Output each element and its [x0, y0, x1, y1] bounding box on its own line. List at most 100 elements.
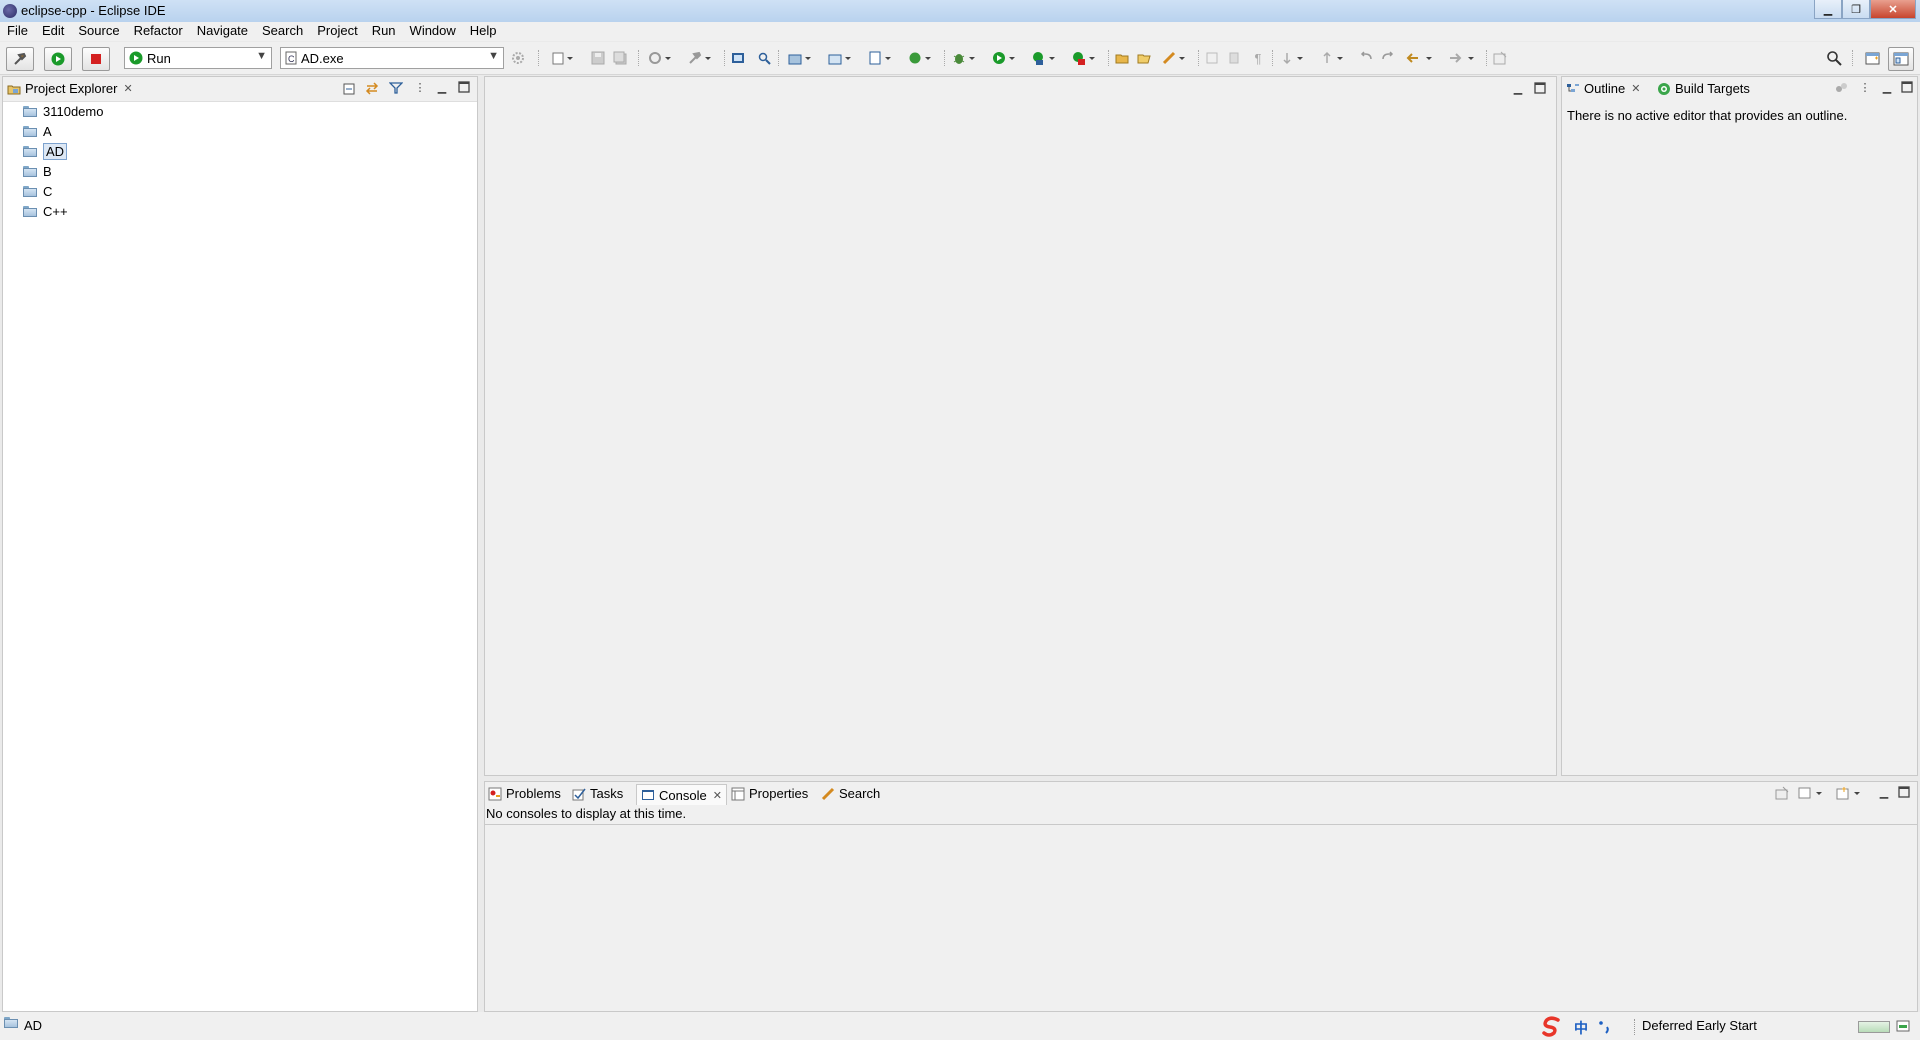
close-icon[interactable]: ✕: [1631, 82, 1640, 95]
minimize-view-button[interactable]: ▁: [1877, 786, 1891, 800]
new-folder-icon: [828, 54, 851, 65]
minimize-icon: ▁: [1879, 787, 1889, 799]
minimize-editor-button[interactable]: ▁: [1511, 82, 1525, 96]
link-with-editor-button[interactable]: [365, 81, 379, 95]
pin-console-button[interactable]: [1775, 786, 1789, 800]
tree-item-c[interactable]: C: [23, 182, 52, 200]
outline-toolbar-button[interactable]: [1834, 81, 1848, 95]
mark-occurrences-icon: [1206, 52, 1218, 64]
tab-console[interactable]: Console ✕: [636, 784, 727, 805]
menu-source[interactable]: Source: [71, 22, 126, 41]
maximize-view-button[interactable]: [1897, 786, 1911, 800]
open-console-button[interactable]: [1835, 786, 1865, 800]
minimize-window-button[interactable]: ▁: [1814, 0, 1842, 19]
view-menu-button[interactable]: ⋮: [413, 81, 427, 95]
back-button[interactable]: [1402, 47, 1440, 69]
progress-view-icon[interactable]: [1896, 1019, 1912, 1033]
filter-icon: [388, 82, 404, 94]
save-all-icon: [613, 51, 627, 65]
menu-run[interactable]: Run: [365, 22, 403, 41]
console-output-area[interactable]: [485, 825, 1917, 1011]
save-all-button[interactable]: [610, 47, 630, 69]
open-perspective-button[interactable]: [1862, 47, 1884, 69]
tree-item-cpp[interactable]: C++: [23, 202, 68, 220]
run-menu-button[interactable]: [988, 47, 1022, 69]
maximize-view-button[interactable]: [1900, 81, 1914, 95]
search-button[interactable]: [1824, 47, 1844, 69]
filter-button[interactable]: [388, 81, 404, 95]
menu-window[interactable]: Window: [403, 22, 463, 41]
collapse-all-button[interactable]: [343, 81, 357, 95]
restore-window-button[interactable]: ❐: [1842, 0, 1870, 19]
menu-project[interactable]: Project: [310, 22, 364, 41]
minimize-view-button[interactable]: ▁: [435, 81, 449, 95]
tree-item-b[interactable]: B: [23, 162, 52, 180]
minimize-view-button[interactable]: ▁: [1880, 81, 1894, 95]
debug-button[interactable]: [948, 47, 982, 69]
ime-indicator[interactable]: 中: [1540, 1015, 1616, 1037]
menu-help[interactable]: Help: [463, 22, 504, 41]
search-files-button[interactable]: [754, 47, 774, 69]
open-type-button[interactable]: [1134, 47, 1154, 69]
show-whitespace-button[interactable]: ¶: [1248, 47, 1268, 69]
heap-status-bar[interactable]: [1858, 1021, 1890, 1033]
terminal-button[interactable]: [728, 47, 748, 69]
terminate-button[interactable]: [82, 47, 110, 71]
menu-refactor[interactable]: Refactor: [127, 22, 190, 41]
tab-tasks[interactable]: Tasks: [572, 786, 623, 801]
build-menu-button[interactable]: [684, 47, 718, 69]
new-class-button[interactable]: [904, 47, 938, 69]
tab-build-targets[interactable]: Build Targets: [1657, 81, 1750, 96]
tree-item-a[interactable]: A: [23, 122, 52, 140]
view-menu-button[interactable]: ⋮: [1858, 81, 1872, 95]
build-button[interactable]: [6, 47, 34, 71]
maximize-editor-button[interactable]: [1533, 82, 1547, 96]
sort-icon: [1836, 83, 1847, 92]
last-edit-location-button[interactable]: [1356, 47, 1376, 69]
tab-search[interactable]: Search: [821, 786, 880, 801]
menu-file[interactable]: File: [0, 22, 35, 41]
new-source-folder-button[interactable]: [824, 47, 858, 69]
launch-button[interactable]: [44, 47, 72, 71]
cpp-perspective-button[interactable]: [1888, 47, 1914, 71]
tab-problems[interactable]: Problems: [488, 786, 561, 801]
terminal-icon: [732, 53, 744, 63]
maximize-view-button[interactable]: [457, 81, 471, 95]
menu-navigate[interactable]: Navigate: [190, 22, 255, 41]
menu-edit[interactable]: Edit: [35, 22, 71, 41]
close-window-button[interactable]: ✕: [1870, 0, 1916, 19]
toggle-mark-occurrences-button[interactable]: [1202, 47, 1222, 69]
edit-launch-configuration-button[interactable]: [508, 47, 528, 69]
project-folder-icon: [23, 165, 37, 177]
tree-item-ad[interactable]: AD: [23, 142, 68, 160]
toggle-block-selection-button[interactable]: [1224, 47, 1244, 69]
editor-area[interactable]: ▁: [484, 76, 1557, 776]
previous-annotation-button[interactable]: [1316, 47, 1350, 69]
tab-properties[interactable]: Properties: [731, 786, 808, 801]
search-menu-button[interactable]: [1158, 47, 1192, 69]
new-source-file-button[interactable]: [864, 47, 898, 69]
new-cpp-project-button[interactable]: [784, 47, 818, 69]
save-button[interactable]: [588, 47, 608, 69]
status-bar: AD 中 Deferred Early Start: [0, 1012, 1920, 1040]
menu-search[interactable]: Search: [255, 22, 310, 41]
close-icon[interactable]: ✕: [123, 82, 132, 95]
launch-configuration-select[interactable]: C AD.exe ▼: [280, 47, 504, 69]
pin-editor-button[interactable]: [1490, 47, 1510, 69]
close-icon[interactable]: ✕: [713, 789, 722, 802]
forward-edit-location-button[interactable]: [1378, 47, 1398, 69]
display-selected-console-button[interactable]: [1797, 786, 1827, 800]
open-element-button[interactable]: [1112, 47, 1132, 69]
new-button[interactable]: [548, 47, 578, 69]
forward-button[interactable]: [1444, 47, 1482, 69]
tree-item-3110demo[interactable]: 3110demo: [23, 102, 103, 120]
build-all-button[interactable]: [644, 47, 678, 69]
tab-outline[interactable]: Outline ✕: [1566, 81, 1640, 96]
launch-mode-select[interactable]: Run ▼: [124, 47, 272, 69]
coverage-button[interactable]: [1028, 47, 1062, 69]
tree-item-label: C++: [43, 203, 68, 219]
external-tools-button[interactable]: [1068, 47, 1102, 69]
tab-project-explorer[interactable]: Project Explorer ✕: [7, 81, 133, 96]
next-annotation-button[interactable]: [1276, 47, 1310, 69]
run-icon: [129, 51, 143, 65]
